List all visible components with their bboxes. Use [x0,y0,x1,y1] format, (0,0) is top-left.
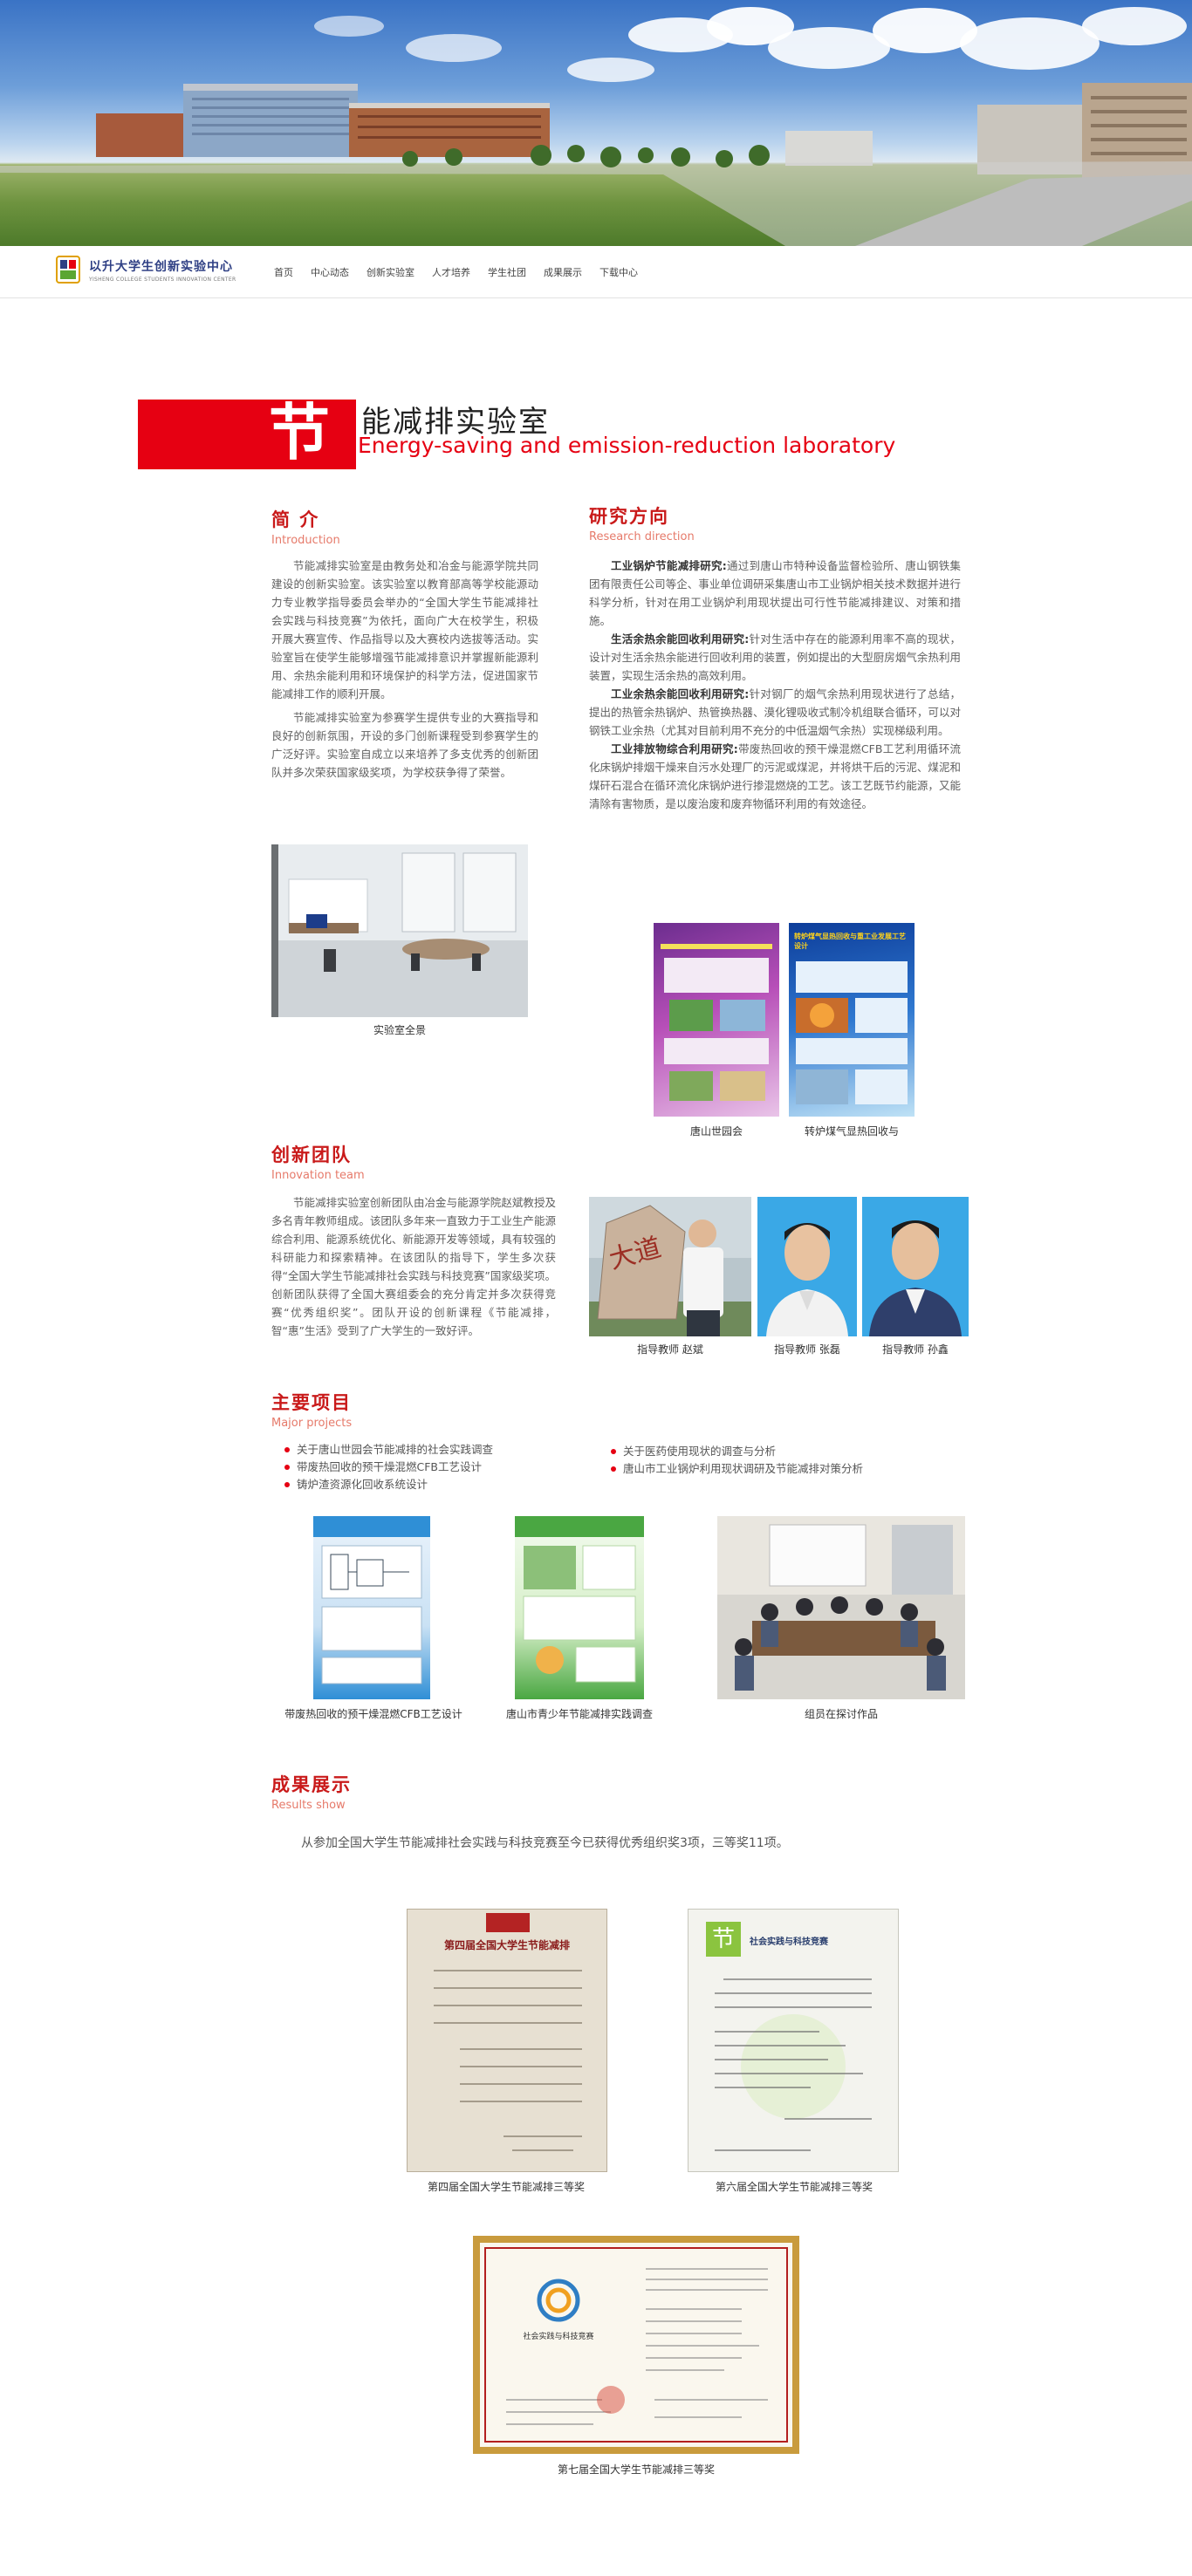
poster-caption-converter: 转炉煤气显热回收与 [804,1125,899,1138]
intro-heading: 简 介 [271,509,320,530]
main-menu: 首页 中心动态 创新实验室 人才培养 学生社团 成果展示 下载中心 [274,265,655,279]
certificate-7th-photo: 社会实践与科技竞赛 [473,2236,799,2454]
results-summary: 从参加全国大学生节能减排社会实践与科技竞赛至今已获得优秀组织奖3项，三等奖11项… [301,1836,789,1850]
nav-innovation-lab[interactable]: 创新实验室 [367,265,414,279]
projects-heading-en: Major projects [271,1417,353,1430]
intro-text: 节能减排实验室是由教务处和冶金与能源学院共同建设的创新实验室。该实验室以教育部高… [271,557,538,782]
research-heading-block: 研究方向 Research direction [589,502,695,543]
certificate-6th-photo: 节 社会实践与科技竞赛 [688,1909,899,2172]
certificate-caption-7th: 第七届全国大学生节能减排三等奖 [557,2463,715,2476]
nav-achievements[interactable]: 成果展示 [544,265,582,279]
research-heading: 研究方向 [589,505,669,527]
intro-heading-block: 简 介 Introduction [271,506,340,547]
research-item: 工业排放物综合利用研究:带废热回收的预干燥混燃CFB工艺利用循环流化床锅炉排烟干… [589,740,961,813]
nav-home[interactable]: 首页 [274,265,293,279]
advisor-caption-zhao: 指导教师 赵斌 [637,1343,703,1356]
advisor-sun-xin-photo [862,1197,969,1336]
research-item-title: 工业锅炉节能减排研究: [611,559,727,572]
nav-student-clubs[interactable]: 学生社团 [488,265,526,279]
research-item-title: 工业余热余能回收利用研究: [611,687,750,700]
title-english: Energy-saving and emission-reduction lab… [358,433,896,458]
team-paragraph: 节能减排实验室创新团队由冶金与能源学院赵斌教授及多名青年教师组成。该团队多年来一… [271,1196,556,1337]
poster-world-horticulture-expo [654,923,779,1117]
lab-panorama-caption: 实验室全景 [373,1024,426,1036]
nav-center-news[interactable]: 中心动态 [311,265,349,279]
research-item: 工业锅炉节能减排研究:通过到唐山市特种设备监督检验所、唐山钢铁集团有限责任公司等… [589,557,961,630]
certificate-4th-photo: 第四届全国大学生节能减排 [407,1909,607,2172]
research-heading-en: Research direction [589,530,695,543]
project-poster-cfb-process [313,1516,430,1699]
logo-emblem-icon [56,255,80,284]
lab-panorama-photo [271,844,528,1017]
project-item: 铸炉渣资源化回收系统设计 [284,1476,599,1493]
results-heading-en: Results show [271,1799,346,1812]
project-item: 带废热回收的预干燥混燃CFB工艺设计 [284,1459,599,1476]
team-heading-block: 创新团队 Innovation team [271,1141,365,1182]
lab-title-banner: 节 能减排实验室 Energy-saving and emission-redu… [138,396,1063,469]
advisor-zhang-lei-photo [757,1197,857,1336]
team-text: 节能减排实验室创新团队由冶金与能源学院赵斌教授及多名青年教师组成。该团队多年来一… [271,1193,556,1340]
team-heading-en: Innovation team [271,1169,365,1182]
team-discussion-photo [717,1516,965,1699]
intro-heading-en: Introduction [271,534,340,547]
projects-heading: 主要项目 [271,1391,352,1413]
project-caption-youth: 唐山市青少年节能减排实践调查 [505,1708,653,1720]
projects-heading-block: 主要项目 Major projects [271,1389,352,1430]
nav-talent-training[interactable]: 人才培养 [432,265,470,279]
project-poster-youth-survey [515,1516,644,1699]
poster-title: 转炉煤气显热回收与重工业发展工艺设计 [794,933,906,950]
results-heading: 成果展示 [271,1773,352,1795]
top-navbar: 以升大学生创新实验中心 YISHENG COLLEGE STUDENTS INN… [0,246,1192,298]
team-heading: 创新团队 [271,1144,352,1165]
logo-subtext: YISHENG COLLEGE STUDENTS INNOVATION CENT… [89,276,236,283]
certificate-title: 社会实践与科技竞赛 [523,2333,594,2341]
research-item-title: 工业排放物综合利用研究: [611,742,738,755]
project-caption-cfb: 带废热回收的预干燥混燃CFB工艺设计 [284,1708,462,1720]
research-item: 工业余热余能回收利用研究:针对钢厂的烟气余热利用现状进行了总结，提出的热管余热锅… [589,685,961,740]
project-item: 关于医药使用现状的调查与分析 [611,1443,942,1460]
poster-converter-gas-heat-recovery: 转炉煤气显热回收与重工业发展工艺设计 [789,923,915,1117]
certificate-caption-4th: 第四届全国大学生节能减排三等奖 [427,2181,585,2193]
advisor-zhao-bin-photo: 大道 [589,1197,751,1336]
poster-caption-expo: 唐山世园会 [689,1125,743,1138]
projects-list-right: 关于医药使用现状的调查与分析 唐山市工业锅炉利用现状调研及节能减排对策分析 [611,1443,942,1478]
project-item: 唐山市工业锅炉利用现状调研及节能减排对策分析 [611,1460,942,1478]
advisor-caption-zhang: 指导教师 张磊 [774,1343,840,1356]
projects-list-left: 关于唐山世园会节能减排的社会实践调查 带废热回收的预干燥混燃CFB工艺设计 铸炉… [284,1441,599,1493]
project-item: 关于唐山世园会节能减排的社会实践调查 [284,1441,599,1459]
results-heading-block: 成果展示 Results show [271,1771,352,1812]
research-item: 生活余热余能回收利用研究:针对生活中存在的能源利用率不高的现状，设计对生活余热余… [589,630,961,685]
project-caption-discussion: 组员在探讨作品 [804,1708,878,1720]
hero-banner-photo [0,0,1192,246]
site-logo[interactable]: 以升大学生创新实验中心 YISHENG COLLEGE STUDENTS INN… [56,255,236,284]
advisor-caption-sun: 指导教师 孙鑫 [882,1343,949,1356]
logo-text: 以升大学生创新实验中心 [89,259,233,274]
title-first-char: 节 [269,396,330,468]
research-text: 工业锅炉节能减排研究:通过到唐山市特种设备监督检验所、唐山钢铁集团有限责任公司等… [589,557,961,813]
intro-paragraph-1: 节能减排实验室是由教务处和冶金与能源学院共同建设的创新实验室。该实验室以教育部高… [271,559,538,700]
research-item-title: 生活余热余能回收利用研究: [611,632,750,646]
certificate-caption-6th: 第六届全国大学生节能减排三等奖 [715,2181,873,2193]
nav-downloads[interactable]: 下载中心 [599,265,638,279]
intro-paragraph-2: 节能减排实验室为参赛学生提供专业的大赛指导和良好的创新氛围，开设的多门创新课程受… [271,711,538,779]
